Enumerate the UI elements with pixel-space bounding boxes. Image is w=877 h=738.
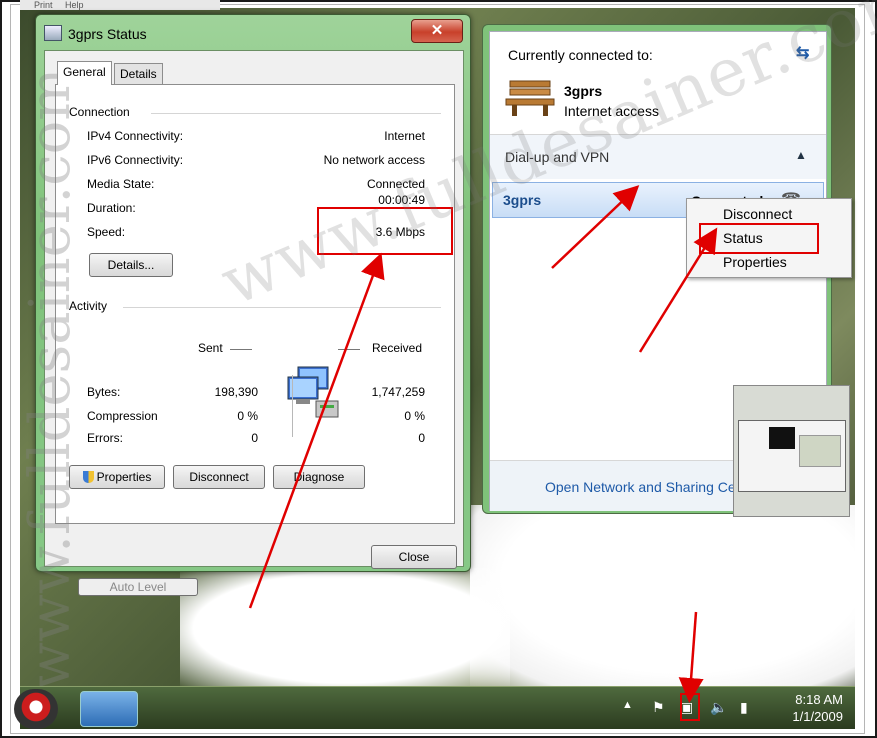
taskbar-app-button[interactable] xyxy=(80,691,138,727)
status-highlight-box xyxy=(699,223,819,254)
speed-label: Speed: xyxy=(87,225,126,239)
battery-icon[interactable]: ▮ xyxy=(740,699,748,716)
currently-connected-header: Currently connected to: xyxy=(508,47,653,63)
shield-icon xyxy=(82,471,94,483)
compression-received-value: 0 % xyxy=(404,409,425,423)
ipv4-value: Internet xyxy=(384,129,425,143)
diagnose-button[interactable]: Diagnose xyxy=(273,465,365,489)
properties-button[interactable]: Properties xyxy=(69,465,165,489)
bytes-sent-value: 198,390 xyxy=(214,385,258,399)
window-title: 3gprs Status xyxy=(68,26,147,42)
disconnect-button[interactable]: Disconnect xyxy=(173,465,265,489)
taskbar: ▲ ⚑ ▣ 🔈 ▮ 8:18 AM 1/1/2009 xyxy=(14,686,855,729)
menu-item-properties[interactable]: Properties xyxy=(723,254,787,270)
thumbnail-screen xyxy=(738,420,846,492)
show-hidden-icons-icon[interactable]: ▲ xyxy=(622,699,633,711)
watermark-vertical: www.fulldesainer.com xyxy=(18,67,83,690)
bytes-label: Bytes: xyxy=(87,385,121,399)
window-thumbnail-preview[interactable] xyxy=(733,385,850,517)
errors-received-value: 0 xyxy=(418,431,425,445)
start-button[interactable] xyxy=(14,689,58,729)
sent-label: Sent xyxy=(198,341,223,355)
received-label: Received xyxy=(372,341,423,355)
action-center-flag-icon[interactable]: ⚑ xyxy=(652,699,665,716)
window-title-bar: 3gprs Status xyxy=(44,23,147,45)
collapse-chevron-icon[interactable]: ▲ xyxy=(795,148,807,162)
thumbnail-dark-area xyxy=(769,427,795,449)
blurred-background-area xyxy=(470,505,855,690)
menu-item-disconnect[interactable]: Disconnect xyxy=(723,206,792,222)
ipv4-label: IPv4 Connectivity: xyxy=(87,129,184,143)
system-clock[interactable]: 8:18 AM 1/1/2009 xyxy=(792,691,843,725)
compression-label: Compression xyxy=(87,409,158,423)
volume-icon[interactable]: 🔈 xyxy=(710,699,727,716)
help-menu-item[interactable]: Help xyxy=(65,0,84,10)
open-network-sharing-link[interactable]: Open Network and Sharing Center xyxy=(545,479,739,495)
print-menu-item[interactable]: Print xyxy=(34,0,53,10)
ipv6-label: IPv6 Connectivity: xyxy=(87,153,184,167)
auto-level-button[interactable]: Auto Level xyxy=(78,578,198,596)
errors-label: Errors: xyxy=(87,431,123,445)
thumbnail-window xyxy=(799,435,841,467)
window-close-button[interactable]: ✕ xyxy=(411,19,463,43)
properties-button-label: Properties xyxy=(96,470,152,484)
received-line xyxy=(338,349,360,350)
connection-divider xyxy=(151,113,441,114)
tab-details[interactable]: Details xyxy=(114,63,163,85)
ipv6-value: No network access xyxy=(323,153,425,167)
top-menu-strip: Print Help xyxy=(20,0,220,10)
tab-general[interactable]: General xyxy=(57,61,112,85)
details-button[interactable]: Details... xyxy=(89,253,173,277)
tray-icon-highlight-box xyxy=(680,693,700,721)
clock-time: 8:18 AM xyxy=(795,692,843,707)
activity-center-divider xyxy=(292,375,293,437)
compression-sent-value: 0 % xyxy=(237,409,258,423)
errors-sent-value: 0 xyxy=(251,431,258,445)
activity-divider xyxy=(123,307,441,308)
media-state-label: Media State: xyxy=(87,177,155,191)
close-button[interactable]: Close xyxy=(371,545,457,569)
duration-label: Duration: xyxy=(87,201,136,215)
bytes-received-value: 1,747,259 xyxy=(371,385,425,399)
network-status-icon xyxy=(44,25,62,41)
clock-date: 1/1/2009 xyxy=(792,709,843,724)
sent-line xyxy=(230,349,252,350)
blurred-background-area-2 xyxy=(180,568,510,688)
